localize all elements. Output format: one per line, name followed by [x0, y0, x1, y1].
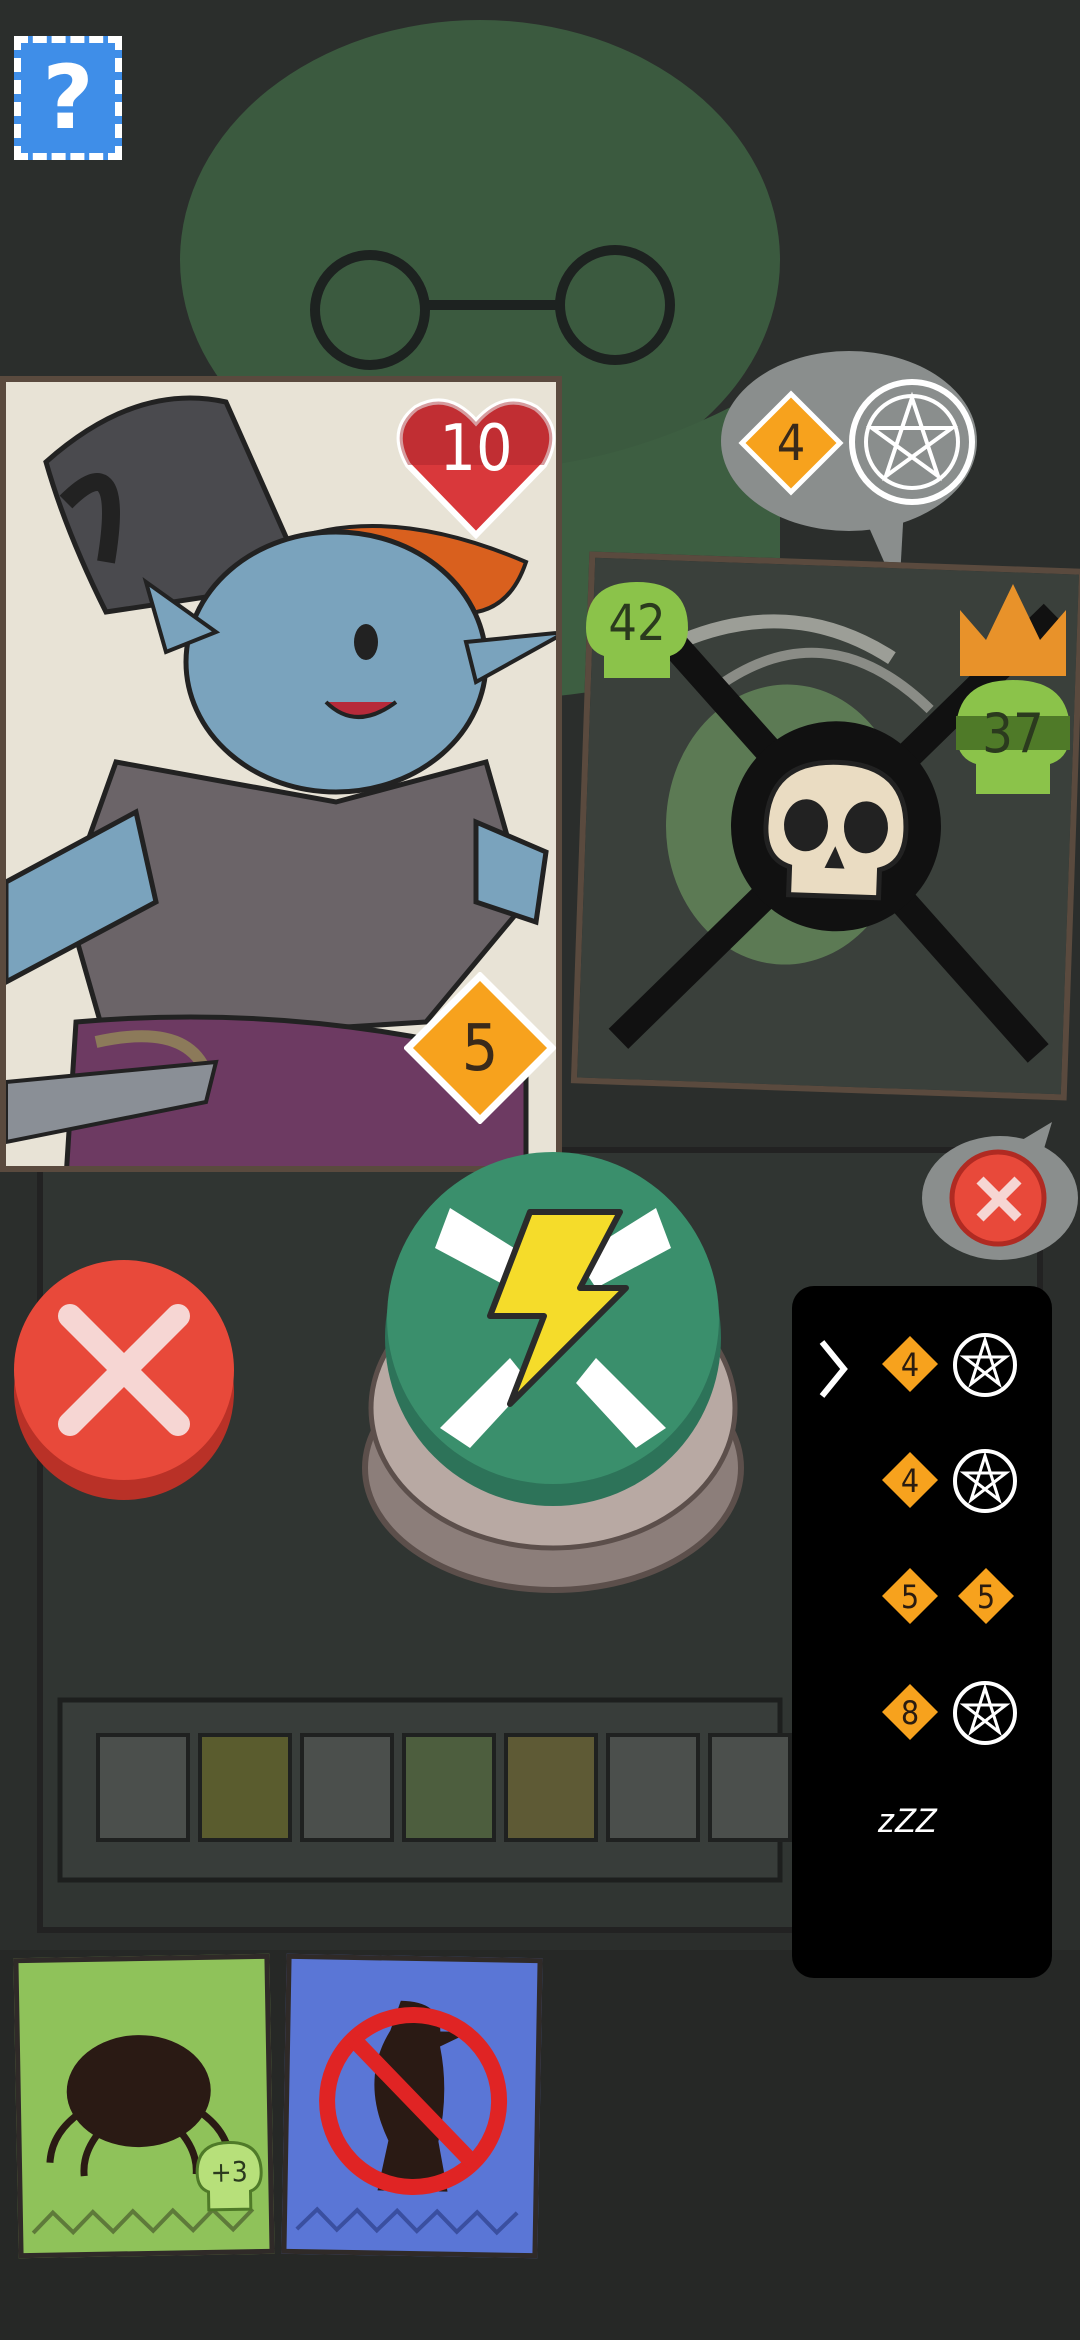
attack-diamond: 5	[403, 971, 556, 1125]
pentagram-icon	[953, 1681, 1017, 1745]
move-row-1-diamond: 4	[880, 1334, 940, 1394]
move-row-2-diamond: 4	[880, 1450, 940, 1510]
enemy-cancel-bubble[interactable]	[912, 1122, 1078, 1262]
player-card[interactable]: 10 5	[0, 376, 562, 1172]
move-row-3-value-a: 5	[900, 1578, 920, 1616]
enemy-left-skull-value: 42	[608, 594, 666, 652]
cancel-button[interactable]	[10, 1252, 238, 1504]
enemy-right-skull: 37	[952, 676, 1074, 804]
attack-button[interactable]	[360, 1138, 746, 1600]
move-row-3-value-b: 5	[976, 1578, 996, 1616]
bonus-skull: +3	[194, 2139, 265, 2214]
bonus-value: +3	[210, 2155, 249, 2189]
enemy-intent-bubble: 4	[714, 346, 984, 596]
help-button[interactable]: ?	[14, 36, 122, 160]
lightning-icon	[487, 1209, 629, 1407]
move-row-4-diamond: 8	[880, 1682, 940, 1742]
move-row-3-diamond-a: 5	[880, 1566, 940, 1626]
move-row-1-value: 4	[900, 1346, 920, 1384]
sleep-icon: zZZ	[878, 1802, 937, 1840]
health-value: 10	[439, 412, 513, 486]
intent-diamond: 4	[738, 390, 844, 496]
hand-card-spider[interactable]: +3	[13, 1953, 275, 2259]
pentagram-icon	[953, 1333, 1017, 1397]
close-icon	[976, 1176, 1022, 1222]
health-heart: 10	[396, 390, 556, 540]
chevron-right-icon	[819, 1340, 848, 1398]
intent-value: 4	[776, 414, 806, 472]
move-row-3-diamond-b: 5	[956, 1566, 1016, 1626]
close-icon	[58, 1304, 190, 1436]
pentagram-icon	[849, 379, 975, 505]
skull-icon	[763, 759, 909, 901]
move-row-2-value: 4	[900, 1462, 920, 1500]
move-row-4-value: 8	[900, 1694, 920, 1732]
enemy-right-skull-value: 37	[982, 702, 1044, 765]
moves-panel: 4 4 5 5 8 zZZ	[792, 1286, 1052, 1978]
crown-icon	[960, 584, 1066, 676]
enemy-left-skull: 42	[582, 578, 692, 688]
hand-card-no-bird[interactable]	[281, 1953, 543, 2259]
no-bird-icon	[295, 2000, 519, 2236]
pentagram-icon	[953, 1449, 1017, 1513]
attack-value: 5	[461, 1012, 499, 1086]
